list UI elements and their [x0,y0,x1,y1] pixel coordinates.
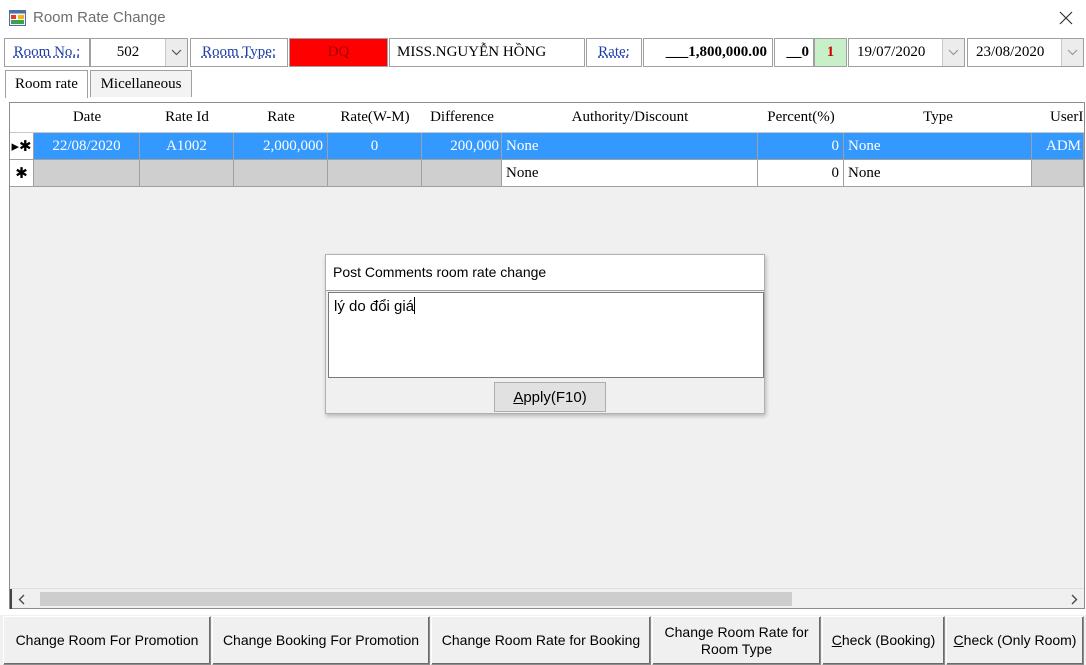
cell-percent[interactable]: 0 [758,160,844,187]
change-room-rate-for-room-type-button[interactable]: Change Room Rate for Room Type [652,616,821,665]
close-icon [1059,11,1073,25]
column-header-type[interactable]: Type [844,103,1032,133]
apply-button[interactable]: Apply(F10) [494,382,606,412]
departure-date: 23/08/2020 [976,44,1045,60]
count-value: __0 [774,38,814,67]
column-header-date[interactable]: Date [34,103,140,133]
cell-difference[interactable]: 200,000 [422,133,502,160]
dialog-title: Post Comments room rate change [326,255,764,291]
check-only-room-button[interactable]: Check (Only Room) [946,616,1084,665]
action-button-bar: Change Room For Promotion Change Booking… [0,615,1086,665]
scrollbar-thumb[interactable] [40,592,792,606]
tab-micellaneous[interactable]: Micellaneous [90,70,192,97]
comment-textarea[interactable]: lý do đổi giá [328,292,764,378]
cell-rate[interactable]: 2,000,000 [234,133,328,160]
room-type-value: DQ [289,38,388,67]
arrival-date-picker[interactable]: 19/07/2020 [848,38,965,67]
column-header-rate-wm[interactable]: Rate(W-M) [328,103,422,133]
room-no-value: 502 [116,44,140,60]
guest-name: MISS.NGUYỄN HỒNG [389,38,585,67]
post-comments-dialog: Post Comments room rate change lý do đổi… [325,254,765,414]
rate-value: ___1,800,000.00 [643,38,773,67]
check-booking-button[interactable]: Check (Booking) [822,616,945,665]
room-no-label: Room No.: [4,38,90,67]
nights-value: 1 [814,38,847,67]
column-header-rate-id[interactable]: Rate Id [140,103,234,133]
chevron-down-icon [1067,49,1078,56]
table-row[interactable]: ✱ None 0 None [10,160,1084,187]
room-no-dropdown-button[interactable] [165,39,187,66]
change-room-for-promotion-button[interactable]: Change Room For Promotion [3,616,211,665]
title-bar: Room Rate Change [0,0,1086,36]
cell-rate-wm[interactable]: 0 [328,133,422,160]
chevron-down-icon [171,49,182,56]
table-row[interactable]: ▸✱ 22/08/2020 A1002 2,000,000 0 200,000 … [10,133,1084,160]
cell-authority-discount[interactable]: None [502,133,758,160]
change-room-rate-for-booking-button[interactable]: Change Room Rate for Booking [431,616,651,665]
cell-authority-discount[interactable]: None [502,160,758,187]
cell-rate[interactable] [234,160,328,187]
row-header[interactable]: ✱ [10,160,34,187]
chevron-right-icon [1071,594,1077,604]
chevron-left-icon [18,594,24,604]
comment-text: lý do đổi giá [334,298,415,315]
apply-button-label: Apply(F10) [513,388,587,406]
column-header-rate[interactable]: Rate [234,103,328,133]
cell-rate-id[interactable] [140,160,234,187]
text-cursor [414,297,416,314]
scroll-right-button[interactable] [1064,589,1084,609]
change-booking-for-promotion-button[interactable]: Change Booking For Promotion [212,616,430,665]
app-window-icon [9,10,26,26]
chevron-down-icon [948,49,959,56]
cell-type[interactable]: None [844,133,1032,160]
room-no-combo[interactable]: 502 [90,38,188,67]
cell-type[interactable]: None [844,160,1032,187]
column-header-percent[interactable]: Percent(%) [758,103,844,133]
cell-user[interactable] [1032,160,1084,187]
departure-date-dropdown-button[interactable] [1061,39,1083,66]
arrival-date: 19/07/2020 [857,44,926,60]
rate-grid: Date Rate Id Rate Rate(W-M) Difference A… [10,103,1084,189]
scroll-left-button[interactable] [10,589,30,609]
horizontal-scrollbar[interactable] [10,588,1084,609]
grid-header-row: Date Rate Id Rate Rate(W-M) Difference A… [10,103,1084,133]
arrival-date-dropdown-button[interactable] [942,39,964,66]
room-type-label: Room Type: [190,38,288,67]
close-button[interactable] [1052,6,1080,30]
rate-label: Rate: [586,38,642,67]
column-header-user[interactable]: UserI [1032,103,1084,133]
column-header-authority-discount[interactable]: Authority/Discount [502,103,758,133]
window-title: Room Rate Change [33,9,166,26]
row-header[interactable]: ▸✱ [10,133,34,160]
cell-date[interactable] [34,160,140,187]
cell-difference[interactable] [422,160,502,187]
column-header-difference[interactable]: Difference [422,103,502,133]
cell-user[interactable]: ADM [1032,133,1084,160]
cell-rate-id[interactable]: A1002 [140,133,234,160]
departure-date-picker[interactable]: 23/08/2020 [967,38,1084,67]
cell-percent[interactable]: 0 [758,133,844,160]
cell-date[interactable]: 22/08/2020 [34,133,140,160]
tab-room-rate[interactable]: Room rate [5,70,88,98]
row-header-corner [10,103,34,133]
cell-rate-wm[interactable] [328,160,422,187]
